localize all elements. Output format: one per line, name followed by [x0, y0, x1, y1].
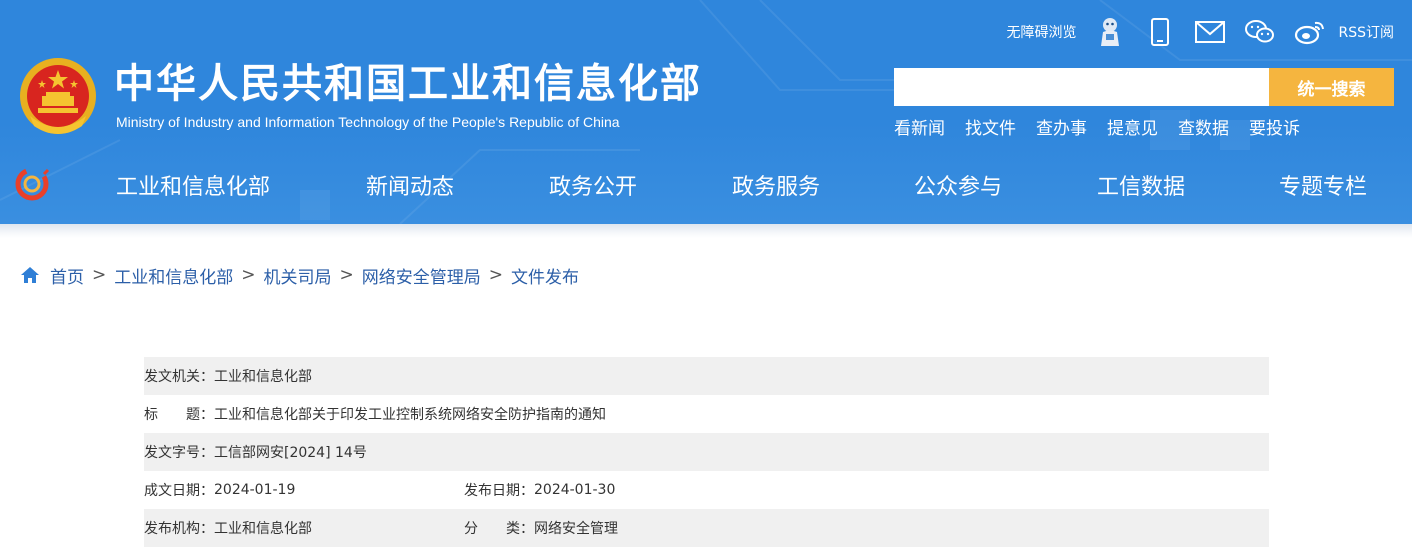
breadcrumb-cybersecurity-bureau[interactable]: 网络安全管理局	[362, 263, 481, 288]
mail-icon[interactable]	[1194, 16, 1226, 48]
nav-item-ministry[interactable]: 工业和信息化部	[116, 169, 270, 201]
breadcrumb-home[interactable]: 首页	[50, 263, 84, 288]
quick-link-feedback[interactable]: 提意见	[1107, 114, 1158, 139]
meta-label-written-date: 成文日期：	[144, 483, 214, 499]
meta-label-issuer: 发文机关：	[144, 369, 214, 385]
nav-item-news[interactable]: 新闻动态	[366, 169, 454, 201]
nav-item-topics[interactable]: 专题专栏	[1279, 169, 1367, 201]
meta-value-published-date: 2024-01-30	[534, 482, 616, 498]
quick-link-news[interactable]: 看新闻	[894, 114, 945, 139]
search-button[interactable]: 统一搜索	[1269, 68, 1394, 106]
meta-value-category: 网络安全管理	[534, 521, 618, 537]
meta-cell-category: 分 类： 网络安全管理	[464, 518, 618, 538]
quick-link-files[interactable]: 找文件	[965, 114, 1016, 139]
meta-value-issuer: 工业和信息化部	[214, 369, 312, 385]
nav-item-government-affairs[interactable]: 政务公开	[549, 169, 637, 201]
quick-links: 看新闻 找文件 查办事 提意见 查数据 要投诉	[894, 114, 1300, 139]
quick-link-data[interactable]: 查数据	[1178, 114, 1229, 139]
meta-row-issuer: 发文机关： 工业和信息化部	[144, 357, 1269, 395]
site-header: 中华人民共和国工业和信息化部 Ministry of Industry and …	[0, 0, 1412, 224]
site-title-en: Ministry of Industry and Information Tec…	[116, 114, 620, 130]
mobile-phone-icon[interactable]	[1144, 16, 1176, 48]
meta-label-published-date: 发布日期：	[464, 483, 534, 499]
meta-cell-published-date: 发布日期： 2024-01-30	[464, 480, 615, 500]
breadcrumb-separator: >	[339, 265, 354, 285]
mascot-icon[interactable]	[1094, 16, 1126, 48]
nav-item-participation[interactable]: 公众参与	[914, 169, 1002, 201]
nav-item-services[interactable]: 政务服务	[732, 169, 820, 201]
meta-value-docno: 工信部网安[2024] 14号	[214, 445, 367, 461]
meta-row-title: 标 题： 工业和信息化部关于印发工业控制系统网络安全防护指南的通知	[144, 395, 1269, 433]
meta-label-org: 发布机构：	[144, 521, 214, 537]
breadcrumb-departments[interactable]: 机关司局	[264, 263, 332, 288]
meta-row-docno: 发文字号： 工信部网安[2024] 14号	[144, 433, 1269, 471]
meta-value-org: 工业和信息化部	[214, 521, 312, 537]
meta-label-category: 分 类：	[464, 521, 534, 537]
meta-label-docno: 发文字号：	[144, 445, 214, 461]
meta-row-org: 发布机构： 工业和信息化部 分 类： 网络安全管理	[144, 509, 1269, 547]
meta-label-title: 标 题：	[144, 407, 214, 423]
top-links: 无障碍浏览 RSS订阅	[1006, 16, 1394, 48]
quick-link-services[interactable]: 查办事	[1036, 114, 1087, 139]
meta-row-dates: 成文日期： 2024-01-19 发布日期： 2024-01-30	[144, 471, 1269, 509]
breadcrumb-documents[interactable]: 文件发布	[511, 263, 579, 288]
quick-link-complaint[interactable]: 要投诉	[1249, 114, 1300, 139]
breadcrumb-separator: >	[92, 265, 107, 285]
breadcrumb-separator: >	[488, 265, 503, 285]
meta-value-written-date: 2024-01-19	[214, 482, 296, 498]
search-input[interactable]	[894, 68, 1269, 106]
document-metadata-table: 发文机关： 工业和信息化部 标 题： 工业和信息化部关于印发工业控制系统网络安全…	[144, 357, 1269, 547]
breadcrumb: 首页 > 工业和信息化部 > 机关司局 > 网络安全管理局 > 文件发布	[20, 262, 579, 288]
accessibility-link[interactable]: 无障碍浏览	[1006, 22, 1076, 42]
search-bar: 统一搜索	[894, 68, 1394, 106]
national-emblem-logo[interactable]	[18, 56, 98, 136]
main-nav: 工业和信息化部 新闻动态 政务公开 政务服务 公众参与 工信数据 专题专栏	[0, 156, 1412, 214]
breadcrumb-separator: >	[241, 265, 256, 285]
meta-cell-written-date: 成文日期： 2024-01-19	[144, 480, 464, 500]
meta-cell-org: 发布机构： 工业和信息化部	[144, 518, 464, 538]
header-divider	[0, 224, 1412, 238]
weibo-icon[interactable]	[1294, 16, 1326, 48]
site-title-cn: 中华人民共和国工业和信息化部	[114, 61, 702, 107]
meta-value-title: 工业和信息化部关于印发工业控制系统网络安全防护指南的通知	[214, 407, 606, 423]
breadcrumb-ministry[interactable]: 工业和信息化部	[114, 263, 233, 288]
wechat-icon[interactable]	[1244, 16, 1276, 48]
rss-link[interactable]: RSS订阅	[1338, 22, 1394, 42]
ministry-logo-icon[interactable]	[14, 166, 50, 202]
nav-item-data[interactable]: 工信数据	[1097, 169, 1185, 201]
home-icon[interactable]	[20, 265, 40, 285]
